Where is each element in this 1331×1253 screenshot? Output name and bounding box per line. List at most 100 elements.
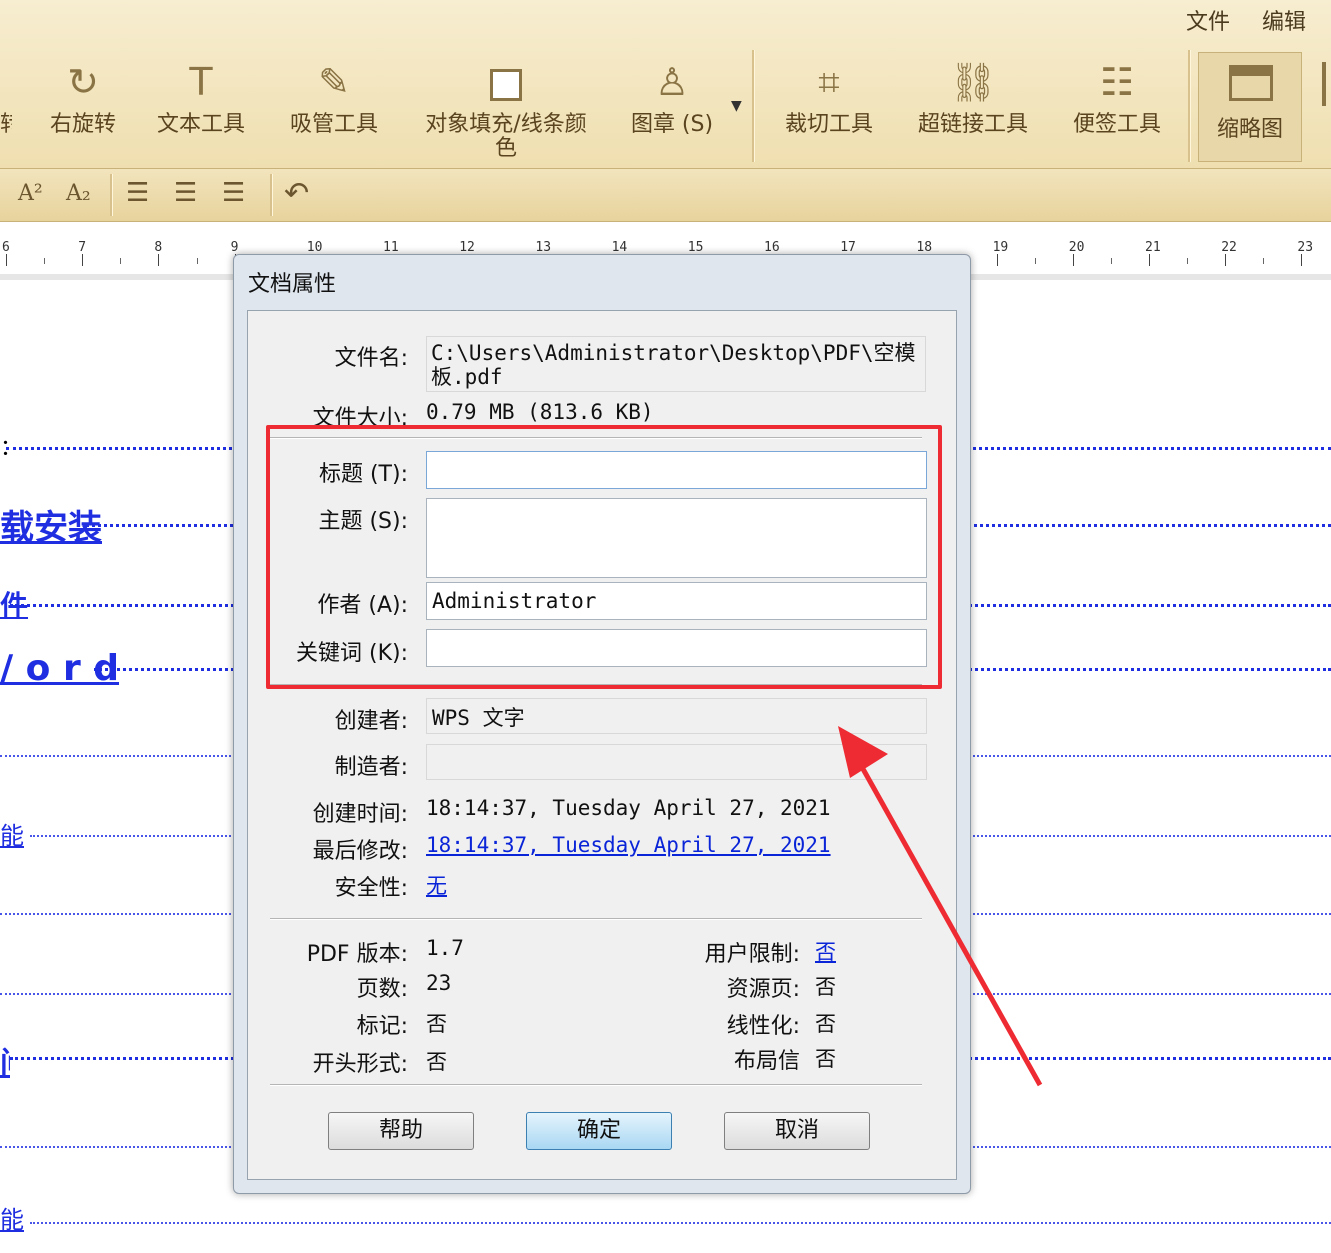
toc-entry[interactable]: / o r d xyxy=(0,648,119,689)
menu-file[interactable]: 文件 xyxy=(1186,4,1230,36)
toolbar-stamp[interactable]: ♙ 图章 (S) xyxy=(626,52,718,162)
toolbar-note[interactable]: ☷ 便签工具 xyxy=(1064,52,1170,162)
creator-label: 创建者: xyxy=(334,709,408,734)
ruler-number: 14 xyxy=(611,240,628,255)
modified-label: 最后修改: xyxy=(312,839,408,864)
toc-entry[interactable]: 能 xyxy=(0,816,24,851)
ruler-number: 20 xyxy=(1068,240,1085,255)
toc-entry[interactable]: ： xyxy=(0,430,22,462)
producer-label: 制造者: xyxy=(334,755,408,780)
menu-edit[interactable]: 编辑 xyxy=(1262,4,1306,36)
note-icon: ☷ xyxy=(1099,60,1135,104)
ruler-tick xyxy=(196,258,198,264)
toolbar-thumbnail[interactable]: 缩略图 xyxy=(1198,52,1302,162)
ruler-number: 8 xyxy=(154,240,163,255)
pdf-version-value: 1.7 xyxy=(426,936,464,960)
toolbar-crop[interactable]: ⌗ 裁切工具 xyxy=(776,52,882,162)
cancel-button[interactable]: 取消 xyxy=(724,1112,870,1150)
help-button[interactable]: 帮助 xyxy=(328,1112,474,1150)
format-divider xyxy=(270,174,273,216)
ruler-tick xyxy=(1187,258,1189,264)
user-restrict-label: 用户限制: xyxy=(704,942,800,967)
ruler-tick xyxy=(1149,254,1150,266)
ruler-tick xyxy=(996,254,998,266)
toolbar-text-tool[interactable]: T 文本工具 xyxy=(150,52,252,162)
ruler-number: 17 xyxy=(840,240,856,255)
toc-entry[interactable]: 载安装 xyxy=(0,500,102,549)
align-center-icon[interactable]: ☰ xyxy=(174,178,197,208)
crop-icon: ⌗ xyxy=(818,60,840,104)
linearized-label: 线性化: xyxy=(726,1014,800,1039)
ruler-tick xyxy=(158,254,160,266)
ruler-tick xyxy=(1301,254,1303,266)
fill-color-icon xyxy=(412,52,600,112)
ruler-tick xyxy=(1225,254,1227,266)
ruler-number: 19 xyxy=(992,240,1009,255)
annotation-highlight-box xyxy=(266,425,942,689)
ok-button[interactable]: 确定 xyxy=(526,1112,672,1150)
toc-leader xyxy=(30,1222,1331,1224)
undo-icon[interactable]: ↶ xyxy=(284,176,309,211)
ruler-tick xyxy=(1263,258,1265,264)
resource-label: 资源页: xyxy=(726,977,800,1002)
toolbar-rotate-right[interactable]: ↻ 右旋转 xyxy=(40,52,126,162)
filename-value: C:\Users\Administrator\Desktop\PDF\空模板.p… xyxy=(426,336,926,392)
eyedropper-icon: ✎ xyxy=(318,60,350,104)
pages-value: 23 xyxy=(426,971,452,995)
ruler-tick xyxy=(1110,258,1112,264)
tagged-label: 标记: xyxy=(356,1014,408,1039)
toolbar-divider xyxy=(752,50,755,162)
filename-label: 文件名: xyxy=(334,346,408,371)
stamp-dropdown-icon[interactable]: ▼ xyxy=(731,98,742,114)
toolbar-fill-color[interactable]: 对象填充/线条颜 色 xyxy=(412,52,600,162)
ruler-number: 15 xyxy=(687,240,704,255)
toolbar-overflow-icon[interactable] xyxy=(1322,62,1326,106)
ruler-tick xyxy=(6,254,7,266)
pdf-version-label: PDF 版本: xyxy=(306,942,408,967)
ruler-number: 10 xyxy=(306,240,323,255)
ruler-tick xyxy=(44,258,46,264)
rotate-right-icon: ↻ xyxy=(67,60,99,104)
ruler-tick xyxy=(120,258,122,264)
ruler-tick xyxy=(82,254,84,266)
ruler-tick xyxy=(1034,258,1036,264)
opening-label: 开头形式: xyxy=(312,1052,408,1077)
ruler-number: 11 xyxy=(383,240,399,255)
modified-link[interactable]: 18:14:37, Tuesday April 27, 2021 xyxy=(426,833,831,857)
superscript-button[interactable]: A² xyxy=(18,181,43,206)
ruler-number: 22 xyxy=(1221,240,1237,255)
annotation-arrow xyxy=(838,726,1043,1087)
opening-value: 否 xyxy=(426,1050,447,1074)
text-tool-icon: T xyxy=(189,60,213,104)
toolbar-eyedropper[interactable]: ✎ 吸管工具 xyxy=(282,52,386,162)
align-left-icon[interactable]: ☰ xyxy=(126,178,149,208)
subscript-button[interactable]: A₂ xyxy=(66,181,91,206)
ruler-number: 7 xyxy=(78,240,87,255)
security-link[interactable]: 无 xyxy=(426,870,447,900)
toc-entry[interactable]: 件 xyxy=(0,584,28,624)
toolbar-hyperlink[interactable]: ⛓ 超链接工具 xyxy=(910,52,1036,162)
tagged-value: 否 xyxy=(426,1012,447,1036)
format-divider xyxy=(110,174,113,216)
ruler-number: 23 xyxy=(1297,240,1314,255)
link-icon: ⛓ xyxy=(948,60,998,104)
ruler-number: 6 xyxy=(2,240,10,255)
ruler-number: 18 xyxy=(916,240,933,255)
toc-entry[interactable]: 间 xyxy=(0,1038,10,1082)
ruler-tick xyxy=(1072,254,1074,266)
stamp-icon: ♙ xyxy=(654,60,690,104)
ruler-number: 13 xyxy=(535,240,552,255)
filesize-value: 0.79 MB (813.6 KB) xyxy=(426,400,654,424)
security-label: 安全性: xyxy=(334,876,408,901)
toc-entry[interactable]: 能 xyxy=(0,1200,24,1235)
align-right-icon[interactable]: ☰ xyxy=(222,178,245,208)
created-value: 18:14:37, Tuesday April 27, 2021 xyxy=(426,796,831,820)
rotate-left-icon xyxy=(0,52,12,112)
ruler-number: 21 xyxy=(1145,240,1161,255)
created-label: 创建时间: xyxy=(312,802,408,827)
ruler-number: 12 xyxy=(459,240,475,255)
dialog-title: 文档属性 xyxy=(248,272,337,297)
ruler-number: 9 xyxy=(230,240,239,255)
toolbar-rotate-left[interactable]: 转 xyxy=(0,52,12,162)
format-toolbar xyxy=(0,169,1331,222)
